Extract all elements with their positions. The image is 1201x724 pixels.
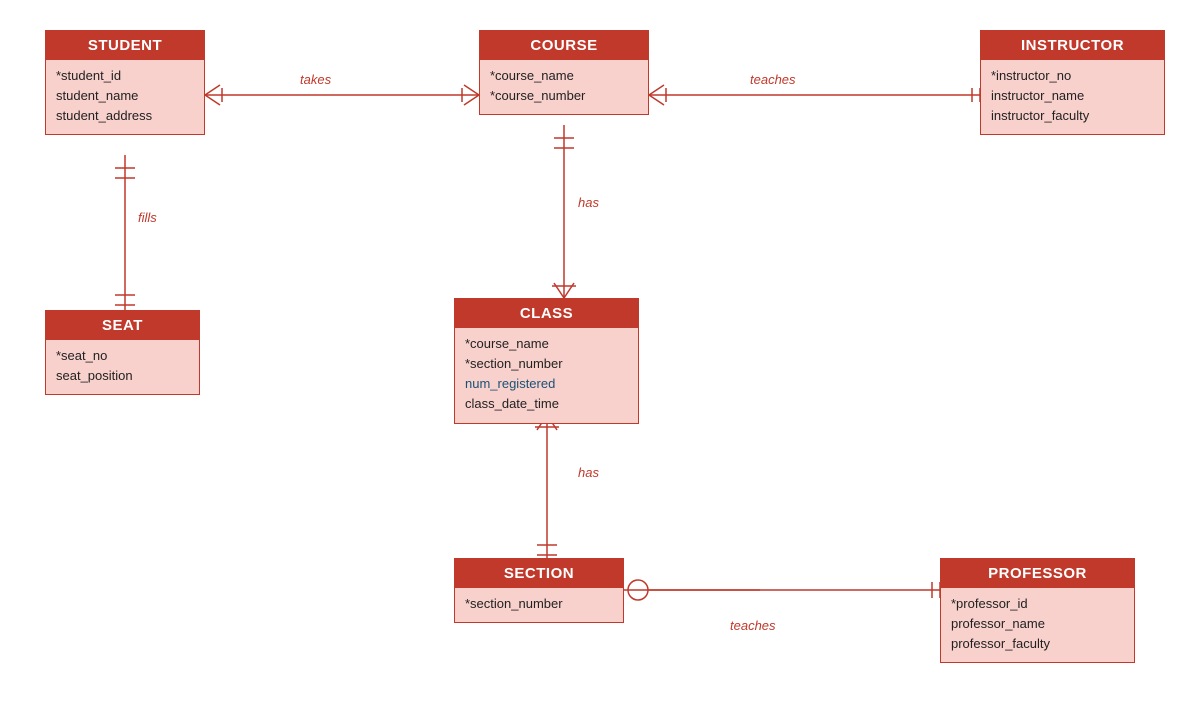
diagram-container: takes teaches fills has has teaches STUD… [0, 0, 1201, 724]
section-body: *section_number [455, 588, 623, 622]
section-header: SECTION [455, 559, 623, 588]
course-body: *course_name *course_number [480, 60, 648, 114]
instructor-field-2: instructor_name [991, 86, 1154, 106]
class-field-1: *course_name [465, 334, 628, 354]
seat-header: SEAT [46, 311, 199, 340]
class-body: *course_name *section_number num_registe… [455, 328, 638, 423]
class-field-4: class_date_time [465, 394, 628, 414]
course-field-2: *course_number [490, 86, 638, 106]
professor-entity: PROFESSOR *professor_id professor_name p… [940, 558, 1135, 663]
class-header: CLASS [455, 299, 638, 328]
seat-field-1: *seat_no [56, 346, 189, 366]
has-class-section-label: has [578, 465, 599, 480]
class-field-2: *section_number [465, 354, 628, 374]
instructor-field-1: *instructor_no [991, 66, 1154, 86]
student-body: *student_id student_name student_address [46, 60, 204, 134]
student-header: STUDENT [46, 31, 204, 60]
student-field-3: student_address [56, 106, 194, 126]
seat-body: *seat_no seat_position [46, 340, 199, 394]
seat-field-2: seat_position [56, 366, 189, 386]
professor-field-1: *professor_id [951, 594, 1124, 614]
professor-field-3: professor_faculty [951, 634, 1124, 654]
course-entity: COURSE *course_name *course_number [479, 30, 649, 115]
course-field-1: *course_name [490, 66, 638, 86]
section-field-1: *section_number [465, 594, 613, 614]
student-field-1: *student_id [56, 66, 194, 86]
teaches-professor-label: teaches [730, 618, 776, 633]
class-entity: CLASS *course_name *section_number num_r… [454, 298, 639, 424]
instructor-field-3: instructor_faculty [991, 106, 1154, 126]
seat-entity: SEAT *seat_no seat_position [45, 310, 200, 395]
professor-field-2: professor_name [951, 614, 1124, 634]
course-header: COURSE [480, 31, 648, 60]
student-field-2: student_name [56, 86, 194, 106]
professor-header: PROFESSOR [941, 559, 1134, 588]
professor-body: *professor_id professor_name professor_f… [941, 588, 1134, 662]
instructor-header: INSTRUCTOR [981, 31, 1164, 60]
instructor-body: *instructor_no instructor_name instructo… [981, 60, 1164, 134]
fills-label: fills [138, 210, 157, 225]
has-course-class-label: has [578, 195, 599, 210]
instructor-entity: INSTRUCTOR *instructor_no instructor_nam… [980, 30, 1165, 135]
class-field-3: num_registered [465, 374, 628, 394]
teaches-instructor-label: teaches [750, 72, 796, 87]
section-entity: SECTION *section_number [454, 558, 624, 623]
takes-label: takes [300, 72, 331, 87]
student-entity: STUDENT *student_id student_name student… [45, 30, 205, 135]
